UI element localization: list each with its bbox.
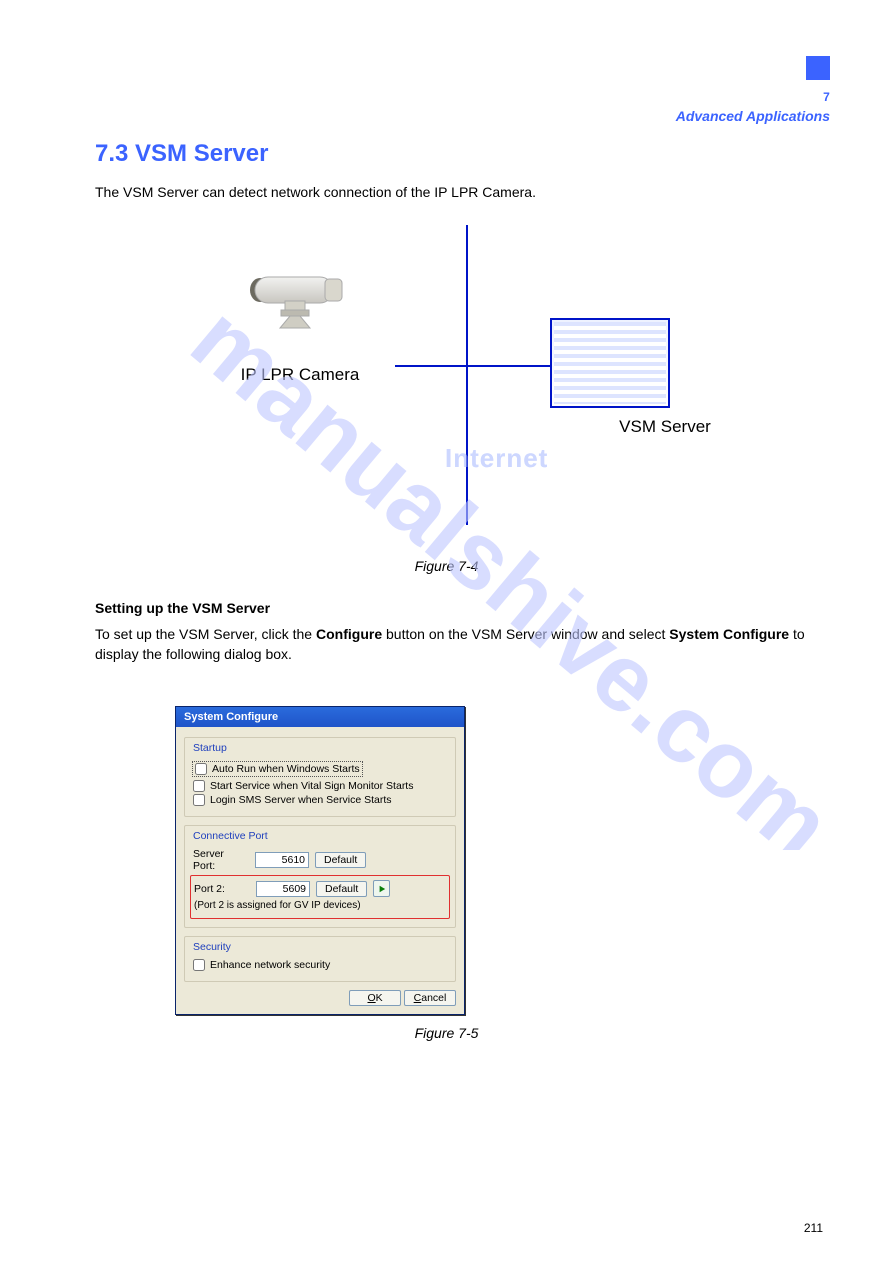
chapter-num: 7 — [823, 90, 830, 104]
play-icon[interactable] — [373, 880, 390, 897]
connection-diagram: Internet IP LPR Camera VSM Server — [95, 225, 805, 555]
vsm-label: VSM Server — [555, 417, 775, 437]
port2-highlight: Port 2: Default (Port 2 is assigned for … — [190, 875, 450, 919]
start-service-label: Start Service when Vital Sign Monitor St… — [210, 780, 413, 792]
diagram-vertical-axis — [466, 225, 468, 525]
camera-illustration — [235, 265, 355, 335]
connective-port-group: Connective Port Server Port: Default Por… — [184, 825, 456, 928]
setup-mid: button on the VSM Server window and sele… — [386, 626, 669, 642]
vsm-server-thumbnail — [550, 318, 670, 408]
internet-label: Internet — [445, 443, 548, 474]
start-service-row: Start Service when Vital Sign Monitor St… — [193, 780, 447, 792]
setup-body: To set up the VSM Server, click the Conf… — [95, 624, 823, 665]
chapter-heading: 7 — [823, 90, 830, 104]
setup-prefix: To set up the VSM Server, click the — [95, 626, 316, 642]
dialog-title: System Configure — [176, 707, 464, 727]
chapter-label: Advanced Applications — [676, 108, 830, 124]
configure-bold: Configure — [316, 626, 382, 642]
security-group: Security Enhance network security — [184, 936, 456, 982]
server-port-input[interactable] — [255, 852, 309, 868]
intro-text: The VSM Server can detect network connec… — [95, 182, 823, 202]
enhance-security-row: Enhance network security — [193, 959, 447, 971]
section-title: 7.3 VSM Server — [95, 140, 268, 168]
setup-heading: Setting up the VSM Server — [95, 600, 270, 616]
port2-input[interactable] — [256, 881, 310, 897]
startup-group: Startup Auto Run when Windows Starts Sta… — [184, 737, 456, 817]
login-sms-label: Login SMS Server when Service Starts — [210, 794, 392, 806]
security-legend: Security — [193, 941, 447, 953]
figure-caption-2: Figure 7-5 — [0, 1025, 893, 1041]
system-configure-dialog: System Configure Startup Auto Run when W… — [175, 706, 465, 1015]
auto-run-row: Auto Run when Windows Starts — [193, 762, 362, 776]
figure-caption-1: Figure 7-4 — [0, 558, 893, 574]
auto-run-checkbox[interactable] — [195, 763, 207, 775]
login-sms-row: Login SMS Server when Service Starts — [193, 794, 447, 806]
server-port-label: Server Port: — [193, 848, 249, 872]
enhance-security-label: Enhance network security — [210, 959, 330, 971]
port2-hint: (Port 2 is assigned for GV IP devices) — [194, 900, 446, 911]
connective-port-legend: Connective Port — [193, 830, 447, 842]
auto-run-label: Auto Run when Windows Starts — [212, 763, 360, 775]
sysconfig-bold: System Configure — [669, 626, 789, 642]
login-sms-checkbox[interactable] — [193, 794, 205, 806]
port2-label: Port 2: — [194, 883, 250, 895]
cancel-button[interactable]: Cancel — [404, 990, 456, 1006]
camera-label: IP LPR Camera — [205, 365, 395, 385]
start-service-checkbox[interactable] — [193, 780, 205, 792]
port2-default-button[interactable]: Default — [316, 881, 367, 897]
page-number: 211 — [804, 1221, 823, 1235]
ok-button[interactable]: OK — [349, 990, 401, 1006]
enhance-security-checkbox[interactable] — [193, 959, 205, 971]
startup-legend: Startup — [193, 742, 447, 754]
chapter-marker — [806, 56, 830, 80]
server-port-default-button[interactable]: Default — [315, 852, 366, 868]
